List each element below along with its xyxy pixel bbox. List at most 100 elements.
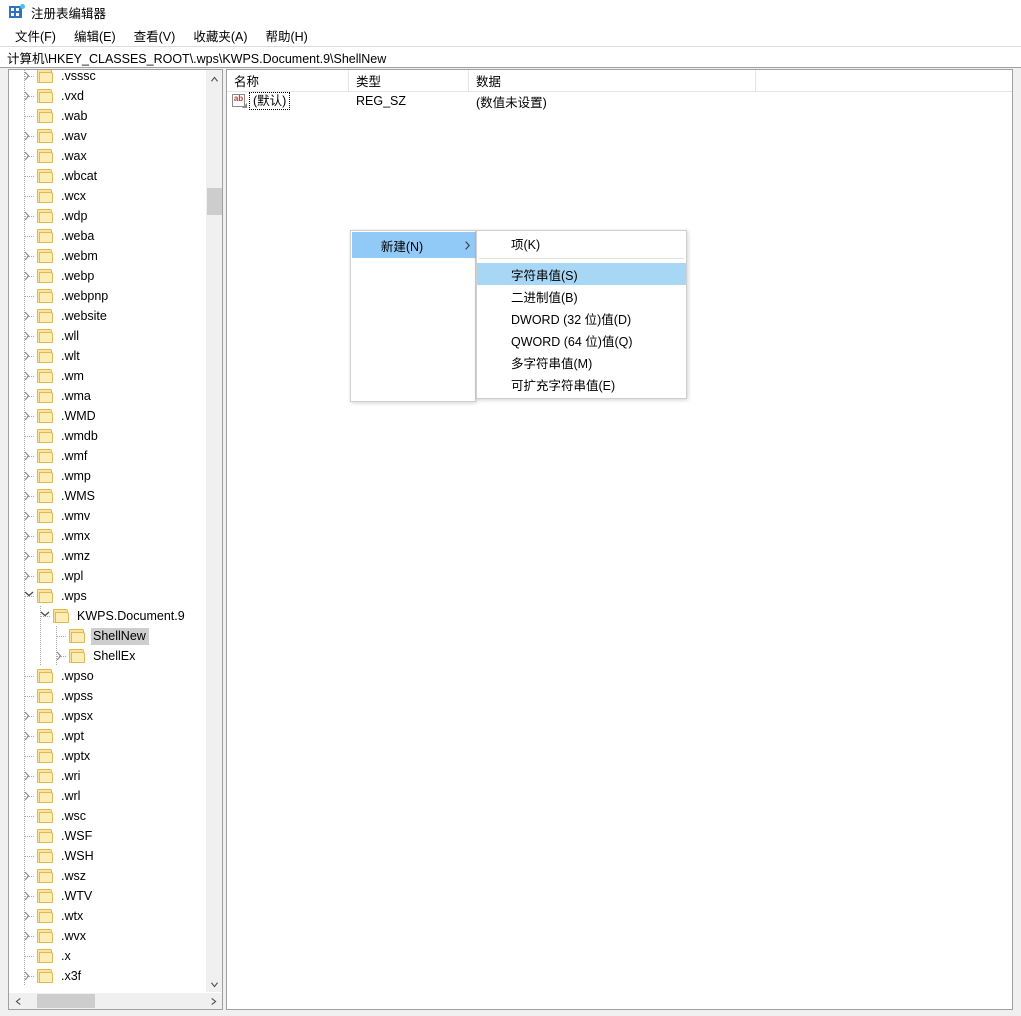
tree-item-wmv[interactable]: .wmv xyxy=(9,506,205,526)
chevron-right-icon[interactable] xyxy=(21,966,37,986)
tree-item-webpnp[interactable]: .webpnp xyxy=(9,286,205,306)
chevron-right-icon[interactable] xyxy=(21,366,37,386)
tree-horizontal-scrollbar[interactable] xyxy=(9,992,222,1009)
tree-item-website[interactable]: .website xyxy=(9,306,205,326)
tree-item-wmf[interactable]: .wmf xyxy=(9,446,205,466)
chevron-down-icon[interactable] xyxy=(21,586,37,606)
tree-item-wbcat[interactable]: .wbcat xyxy=(9,166,205,186)
tree-item-wmp[interactable]: .wmp xyxy=(9,466,205,486)
tree-item-wma[interactable]: .wma xyxy=(9,386,205,406)
tree-item-wmx[interactable]: .wmx xyxy=(9,526,205,546)
chevron-right-icon[interactable] xyxy=(21,266,37,286)
chevron-right-icon[interactable] xyxy=(21,766,37,786)
chevron-right-icon[interactable] xyxy=(21,866,37,886)
tree-item-wsz[interactable]: .wsz xyxy=(9,866,205,886)
chevron-right-icon[interactable] xyxy=(21,726,37,746)
menu-new-string-value[interactable]: 字符串值(S) xyxy=(477,263,686,285)
context-menu-item-new[interactable]: 新建(N) xyxy=(352,232,476,258)
menu-new-key[interactable]: 项(K) xyxy=(477,232,686,254)
tree-item-wpss[interactable]: .wpss xyxy=(9,686,205,706)
tree-vertical-scroll-thumb[interactable] xyxy=(207,188,222,215)
value-name-cell[interactable]: ab (默认) xyxy=(232,91,291,111)
scroll-down-icon[interactable] xyxy=(206,976,222,993)
tree-item-wab[interactable]: .wab xyxy=(9,106,205,126)
tree-item-x[interactable]: .x xyxy=(9,946,205,966)
chevron-right-icon[interactable] xyxy=(21,506,37,526)
chevron-right-icon[interactable] xyxy=(21,306,37,326)
tree-item-wmz[interactable]: .wmz xyxy=(9,546,205,566)
tree-horizontal-scroll-thumb[interactable] xyxy=(37,994,95,1008)
chevron-right-icon[interactable] xyxy=(21,386,37,406)
tree-item-wmdb[interactable]: .wmdb xyxy=(9,426,205,446)
tree-item-wrl[interactable]: .wrl xyxy=(9,786,205,806)
registry-tree-viewport[interactable]: .vsssc .vxd .wab .wav .wax .wbcat .wcx .wdp .web… xyxy=(9,70,205,993)
menu-view[interactable]: 查看(V) xyxy=(125,24,185,47)
chevron-right-icon[interactable] xyxy=(21,346,37,366)
menu-new-multi-string-value[interactable]: 多字符串值(M) xyxy=(477,351,686,373)
tree-item-wlt[interactable]: .wlt xyxy=(9,346,205,366)
chevron-right-icon[interactable] xyxy=(21,486,37,506)
chevron-right-icon[interactable] xyxy=(21,406,37,426)
tree-item-wtv[interactable]: .WTV xyxy=(9,886,205,906)
chevron-right-icon[interactable] xyxy=(21,526,37,546)
chevron-right-icon[interactable] xyxy=(21,126,37,146)
chevron-right-icon[interactable] xyxy=(21,906,37,926)
chevron-right-icon[interactable] xyxy=(21,706,37,726)
tree-item-wtx[interactable]: .wtx xyxy=(9,906,205,926)
chevron-right-icon[interactable] xyxy=(21,546,37,566)
column-header-type[interactable]: 类型 xyxy=(349,70,469,91)
chevron-right-icon[interactable] xyxy=(21,786,37,806)
menu-new-dword-value[interactable]: DWORD (32 位)值(D) xyxy=(477,307,686,329)
menu-favorites[interactable]: 收藏夹(A) xyxy=(184,24,256,47)
chevron-right-icon[interactable] xyxy=(21,566,37,586)
tree-item-webm[interactable]: .webm xyxy=(9,246,205,266)
tree-item-wpt[interactable]: .wpt xyxy=(9,726,205,746)
chevron-right-icon[interactable] xyxy=(21,70,37,86)
chevron-right-icon[interactable] xyxy=(53,646,69,666)
menu-edit[interactable]: 编辑(E) xyxy=(65,24,125,47)
tree-item-kwps.document.9[interactable]: KWPS.Document.9 xyxy=(9,606,205,626)
column-header-name[interactable]: 名称 xyxy=(227,70,349,91)
menu-help[interactable]: 帮助(H) xyxy=(256,24,316,47)
menu-file[interactable]: 文件(F) xyxy=(6,24,65,47)
tree-item-wm[interactable]: .wm xyxy=(9,366,205,386)
menu-new-binary-value[interactable]: 二进制值(B) xyxy=(477,285,686,307)
tree-item-wax[interactable]: .wax xyxy=(9,146,205,166)
tree-item-wptx[interactable]: .wptx xyxy=(9,746,205,766)
tree-item-wll[interactable]: .wll xyxy=(9,326,205,346)
tree-item-vsssc[interactable]: .vsssc xyxy=(9,70,205,86)
chevron-right-icon[interactable] xyxy=(21,326,37,346)
tree-item-wpso[interactable]: .wpso xyxy=(9,666,205,686)
tree-item-webp[interactable]: .webp xyxy=(9,266,205,286)
tree-vertical-scrollbar[interactable] xyxy=(205,70,222,993)
tree-item-shellex[interactable]: ShellEx xyxy=(9,646,205,666)
chevron-right-icon[interactable] xyxy=(21,886,37,906)
tree-item-vxd[interactable]: .vxd xyxy=(9,86,205,106)
chevron-right-icon[interactable] xyxy=(21,206,37,226)
chevron-down-icon[interactable] xyxy=(37,606,53,626)
tree-item-wsf[interactable]: .WSF xyxy=(9,826,205,846)
tree-item-wvx[interactable]: .wvx xyxy=(9,926,205,946)
tree-item-wdp[interactable]: .wdp xyxy=(9,206,205,226)
tree-item-wps[interactable]: .wps xyxy=(9,586,205,606)
column-header-data[interactable]: 数据 xyxy=(469,70,756,91)
chevron-right-icon[interactable] xyxy=(21,86,37,106)
address-bar[interactable]: 计算机\HKEY_CLASSES_ROOT\.wps\KWPS.Document… xyxy=(0,46,1021,68)
tree-item-wsc[interactable]: .wsc xyxy=(9,806,205,826)
chevron-right-icon[interactable] xyxy=(21,246,37,266)
table-row[interactable]: ab (默认) REG_SZ (数值未设置) xyxy=(227,91,1012,111)
tree-item-wmd[interactable]: .WMD xyxy=(9,406,205,426)
menu-new-expandable-string-value[interactable]: 可扩充字符串值(E) xyxy=(477,373,686,395)
tree-item-x3f[interactable]: .x3f xyxy=(9,966,205,986)
chevron-right-icon[interactable] xyxy=(21,926,37,946)
tree-item-wpl[interactable]: .wpl xyxy=(9,566,205,586)
tree-item-weba[interactable]: .weba xyxy=(9,226,205,246)
tree-item-shellnew[interactable]: ShellNew xyxy=(9,626,205,646)
tree-item-wpsx[interactable]: .wpsx xyxy=(9,706,205,726)
chevron-right-icon[interactable] xyxy=(21,446,37,466)
chevron-right-icon[interactable] xyxy=(21,466,37,486)
tree-item-wav[interactable]: .wav xyxy=(9,126,205,146)
tree-item-wms[interactable]: .WMS xyxy=(9,486,205,506)
tree-item-wsh[interactable]: .WSH xyxy=(9,846,205,866)
chevron-right-icon[interactable] xyxy=(21,146,37,166)
